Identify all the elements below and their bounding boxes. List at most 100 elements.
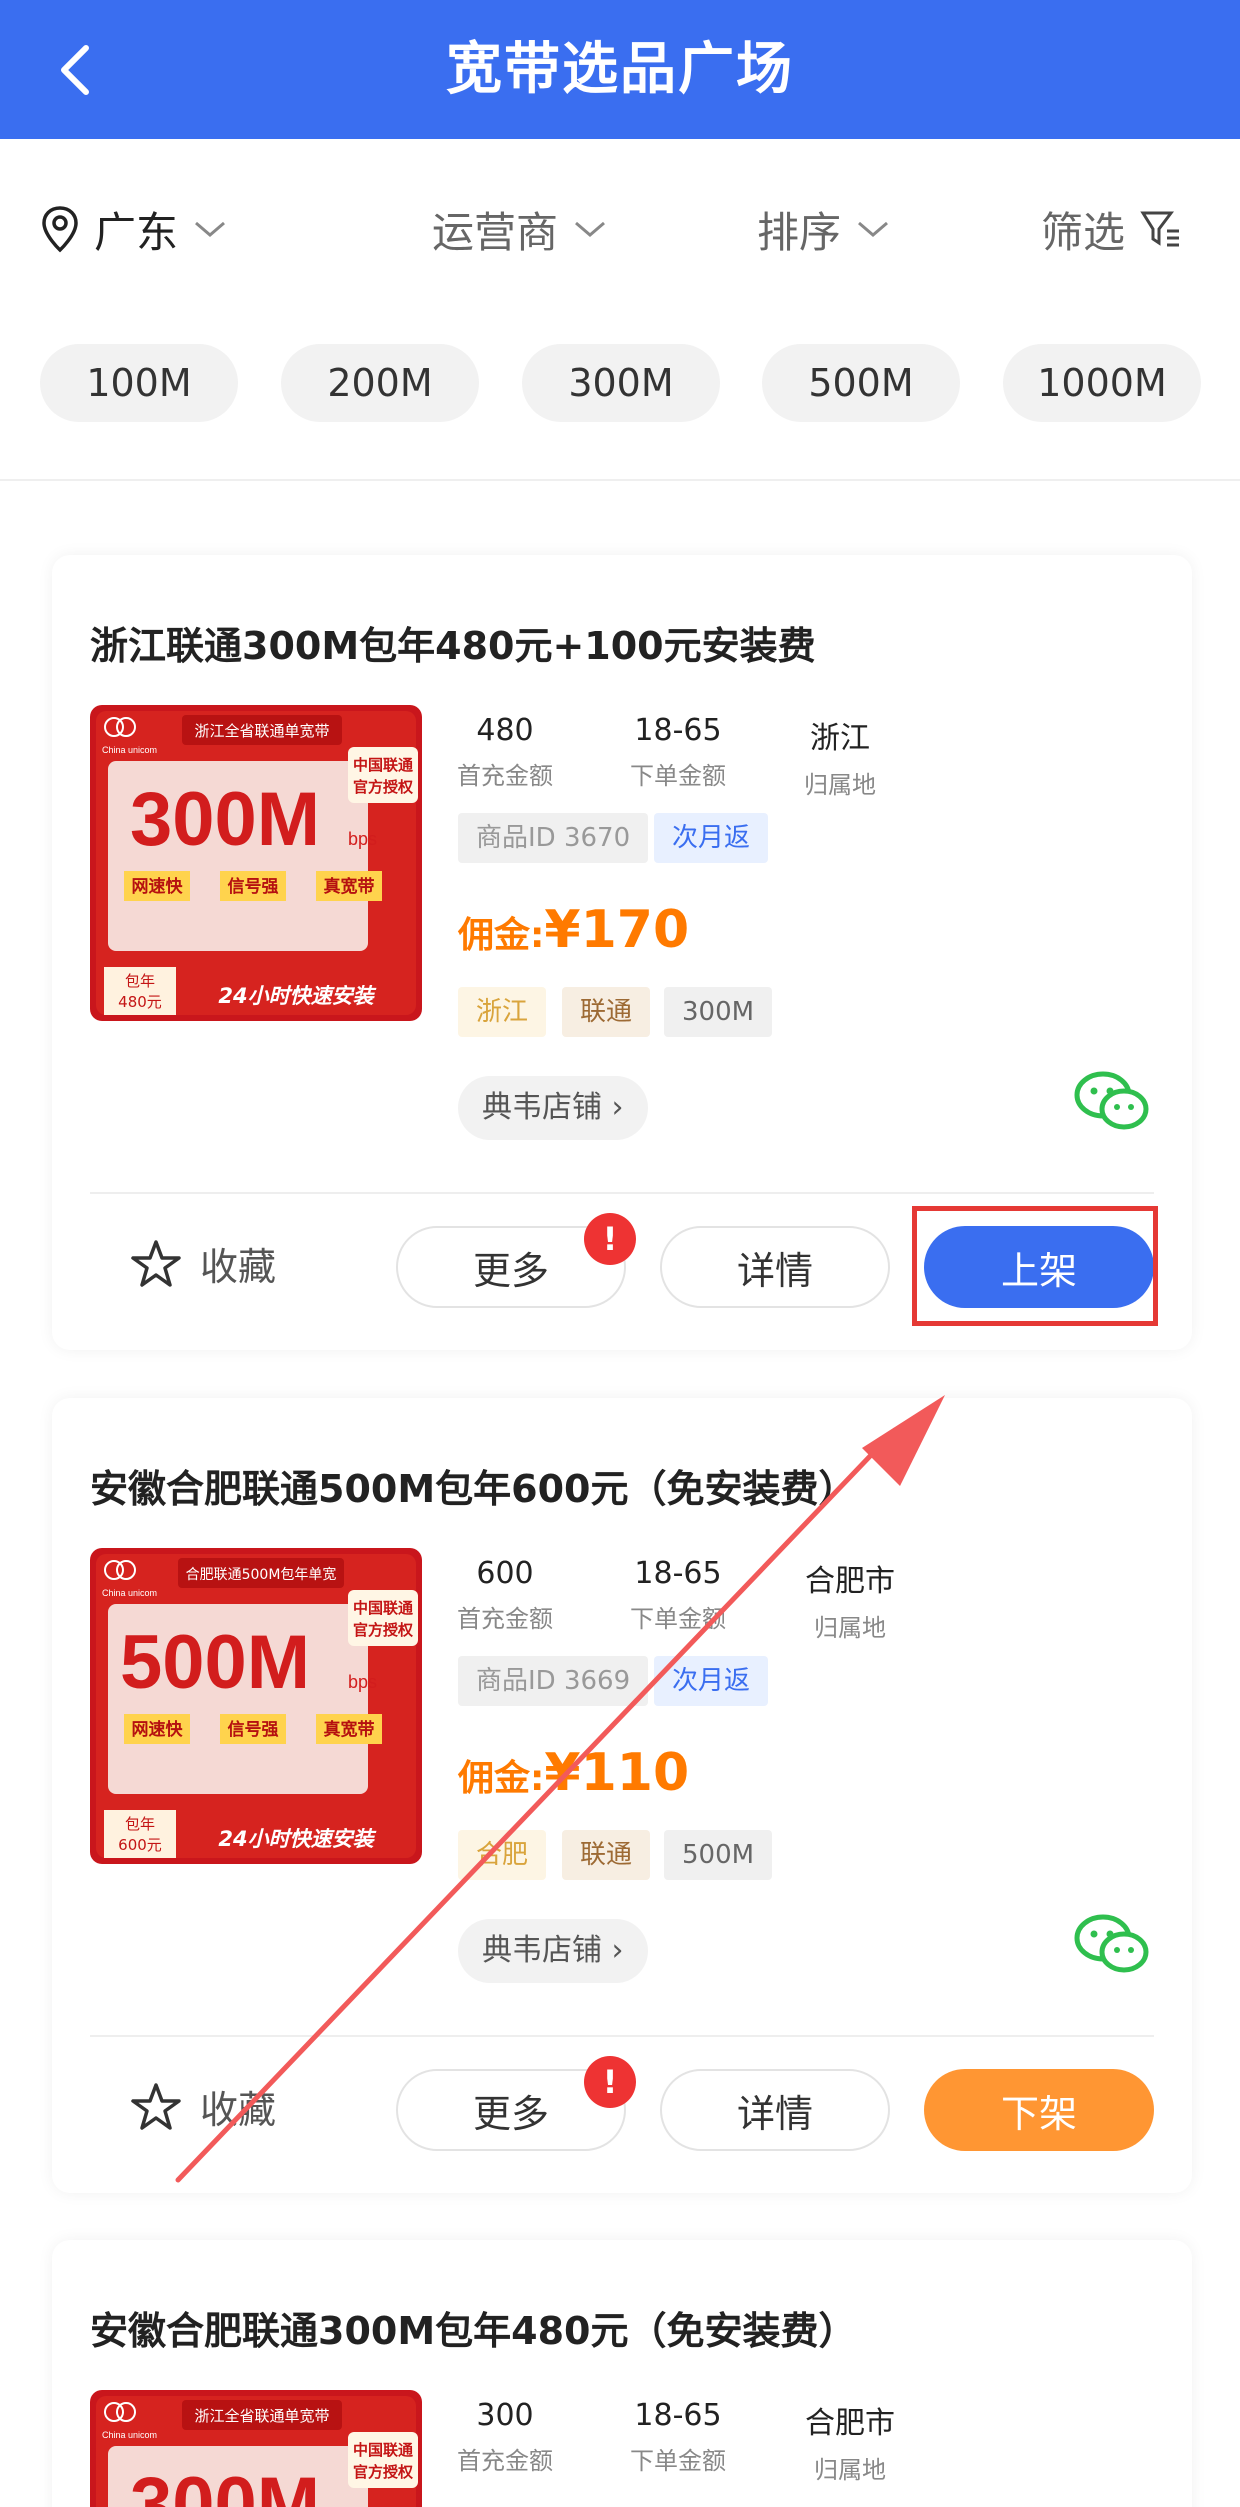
thumb-plan: 包年 (125, 972, 155, 990)
wechat-icon[interactable] (1072, 1067, 1152, 1137)
product-card[interactable]: 浙江联通300M包年480元+100元安装费 China unicom 浙江全省… (52, 555, 1192, 1350)
speed-tag: 500M (664, 1830, 773, 1880)
favorite-label: 收藏 (200, 1245, 277, 1289)
rebate-tag: 次月返 (654, 813, 769, 863)
advanced-filter[interactable]: 筛选 (1041, 199, 1183, 259)
svg-text:官方授权: 官方授权 (353, 2463, 414, 2481)
svg-text:中国联通: 中国联通 (353, 756, 413, 774)
svg-text:官方授权: 官方授权 (353, 1621, 414, 1639)
store-name: 典韦店铺 (482, 1933, 602, 1968)
thumb-banner: 浙江全省联通单宽带 (194, 2407, 329, 2425)
product-thumbnail[interactable]: China unicom 合肥联通500M包年单宽 500M bps 中国联通 … (90, 1548, 422, 1864)
thumb-banner: 合肥联通500M包年单宽 (186, 1566, 337, 1583)
card-separator (90, 1192, 1154, 1194)
commission-amount: ¥170 (544, 900, 690, 960)
svg-text:China unicom: China unicom (102, 745, 157, 755)
stat-region: 浙江 归属地 (804, 721, 876, 799)
favorite-button[interactable]: 收藏 (130, 1236, 276, 1291)
product-title: 安徽合肥联通300M包年480元（免安装费） (90, 2309, 857, 2353)
filter-bar: 广东 运营商 排序 筛选 (0, 139, 1240, 309)
speed-pill-500m[interactable]: 500M (762, 344, 960, 422)
chevron-down-icon (195, 221, 225, 237)
location-label: 广东 (94, 207, 179, 257)
detail-button[interactable]: 详情 (660, 1226, 890, 1308)
product-image: China unicom 合肥联通500M包年单宽 500M bps 中国联通 … (90, 1548, 422, 1864)
sort-filter[interactable]: 排序 (757, 199, 891, 259)
store-link[interactable]: 典韦店铺 › (458, 1076, 648, 1140)
commission-amount: ¥110 (544, 1743, 690, 1803)
speed-pill-1000m[interactable]: 1000M (1003, 344, 1201, 422)
thumb-feature: 网速快 (132, 1719, 184, 1740)
product-id-tag: 商品ID 3670 (458, 813, 649, 863)
product-thumbnail[interactable]: China unicom 浙江全省联通单宽带 300M 中国联通 官方授权 (90, 2390, 422, 2507)
thumb-speed: 500M (120, 1620, 310, 1705)
commission-label: 佣金: (458, 915, 545, 956)
commission: 佣金:¥170 (458, 900, 689, 960)
stat-first-charge: 480 首充金额 (457, 713, 553, 790)
product-card[interactable]: 安徽合肥联通300M包年480元（免安装费） China unicom 浙江全省… (52, 2240, 1192, 2507)
app-header: 宽带选品广场 (0, 0, 1240, 139)
store-link[interactable]: 典韦店铺 › (458, 1919, 648, 1983)
alert-badge: ! (584, 1213, 636, 1265)
star-icon (131, 2082, 181, 2130)
thumb-slogan: 24小时快速安装 (218, 1827, 376, 1851)
stat-region: 合肥市 归属地 (805, 2406, 895, 2484)
operator-tag: 联通 (562, 1830, 651, 1880)
product-image: China unicom 浙江全省联通单宽带 300M 中国联通 官方授权 (90, 2390, 422, 2507)
detail-button[interactable]: 详情 (660, 2069, 890, 2151)
delist-button[interactable]: 下架 (924, 2069, 1154, 2151)
chevron-right-icon: › (611, 1090, 624, 1125)
operator-tag: 联通 (562, 987, 651, 1037)
product-image: China unicom 浙江全省联通单宽带 300M bps 中国联通 官方授… (90, 705, 422, 1021)
thumb-slogan: 24小时快速安装 (218, 984, 376, 1008)
highlight-box (912, 1206, 1158, 1326)
product-id-tag: 商品ID 3669 (458, 1656, 649, 1706)
thumb-feature: 真宽带 (324, 876, 375, 897)
chevron-down-icon (858, 221, 888, 237)
thumb-unit: bps (348, 1672, 377, 1692)
svg-text:中国联通: 中国联通 (353, 1599, 413, 1617)
commission-label: 佣金: (458, 1758, 545, 1799)
thumb-feature: 真宽带 (324, 1719, 375, 1740)
thumb-feature: 网速快 (132, 876, 184, 897)
stat-order-amount: 18-65 下单金额 (630, 713, 726, 790)
location-filter[interactable]: 广东 (40, 199, 228, 259)
operator-label: 运营商 (432, 207, 559, 257)
operator-filter[interactable]: 运营商 (432, 199, 608, 259)
location-pin-icon (42, 206, 78, 253)
product-title: 安徽合肥联通500M包年600元（免安装费） (90, 1467, 857, 1511)
svg-text:China unicom: China unicom (102, 1588, 157, 1598)
stat-order-amount: 18-65 下单金额 (630, 1556, 726, 1633)
filter-funnel-icon (1140, 211, 1180, 247)
speed-pill-300m[interactable]: 300M (522, 344, 720, 422)
region-tag: 合肥 (458, 1830, 547, 1880)
commission: 佣金:¥110 (458, 1743, 689, 1803)
speed-pill-200m[interactable]: 200M (281, 344, 479, 422)
sort-label: 排序 (757, 207, 842, 257)
stat-first-charge: 600 首充金额 (457, 1556, 553, 1633)
thumb-feature: 信号强 (228, 1719, 279, 1740)
store-name: 典韦店铺 (482, 1090, 602, 1125)
speed-pill-100m[interactable]: 100M (40, 344, 238, 422)
svg-text:中国联通: 中国联通 (353, 2441, 413, 2459)
svg-text:China unicom: China unicom (102, 2430, 157, 2440)
rebate-tag: 次月返 (654, 1656, 769, 1706)
card-separator (90, 2035, 1154, 2037)
product-thumbnail[interactable]: China unicom 浙江全省联通单宽带 300M bps 中国联通 官方授… (90, 705, 422, 1021)
stat-order-amount: 18-65 下单金额 (630, 2398, 726, 2475)
favorite-label: 收藏 (200, 2088, 277, 2132)
thumb-speed: 300M (130, 2462, 320, 2507)
filter-label: 筛选 (1041, 207, 1126, 257)
favorite-button[interactable]: 收藏 (130, 2079, 276, 2134)
wechat-icon[interactable] (1072, 1910, 1152, 1980)
thumb-price: 600元 (118, 1836, 162, 1854)
thumb-price: 480元 (118, 993, 162, 1011)
thumb-unit: bps (348, 829, 377, 849)
stat-region: 合肥市 归属地 (805, 1564, 895, 1642)
product-card[interactable]: 安徽合肥联通500M包年600元（免安装费） China unicom 合肥联通… (52, 1398, 1192, 2193)
star-icon (131, 1239, 181, 1287)
thumb-banner: 浙江全省联通单宽带 (194, 722, 329, 740)
thumb-plan: 包年 (125, 1815, 155, 1833)
svg-text:官方授权: 官方授权 (353, 778, 414, 796)
thumb-speed: 300M (130, 777, 320, 862)
